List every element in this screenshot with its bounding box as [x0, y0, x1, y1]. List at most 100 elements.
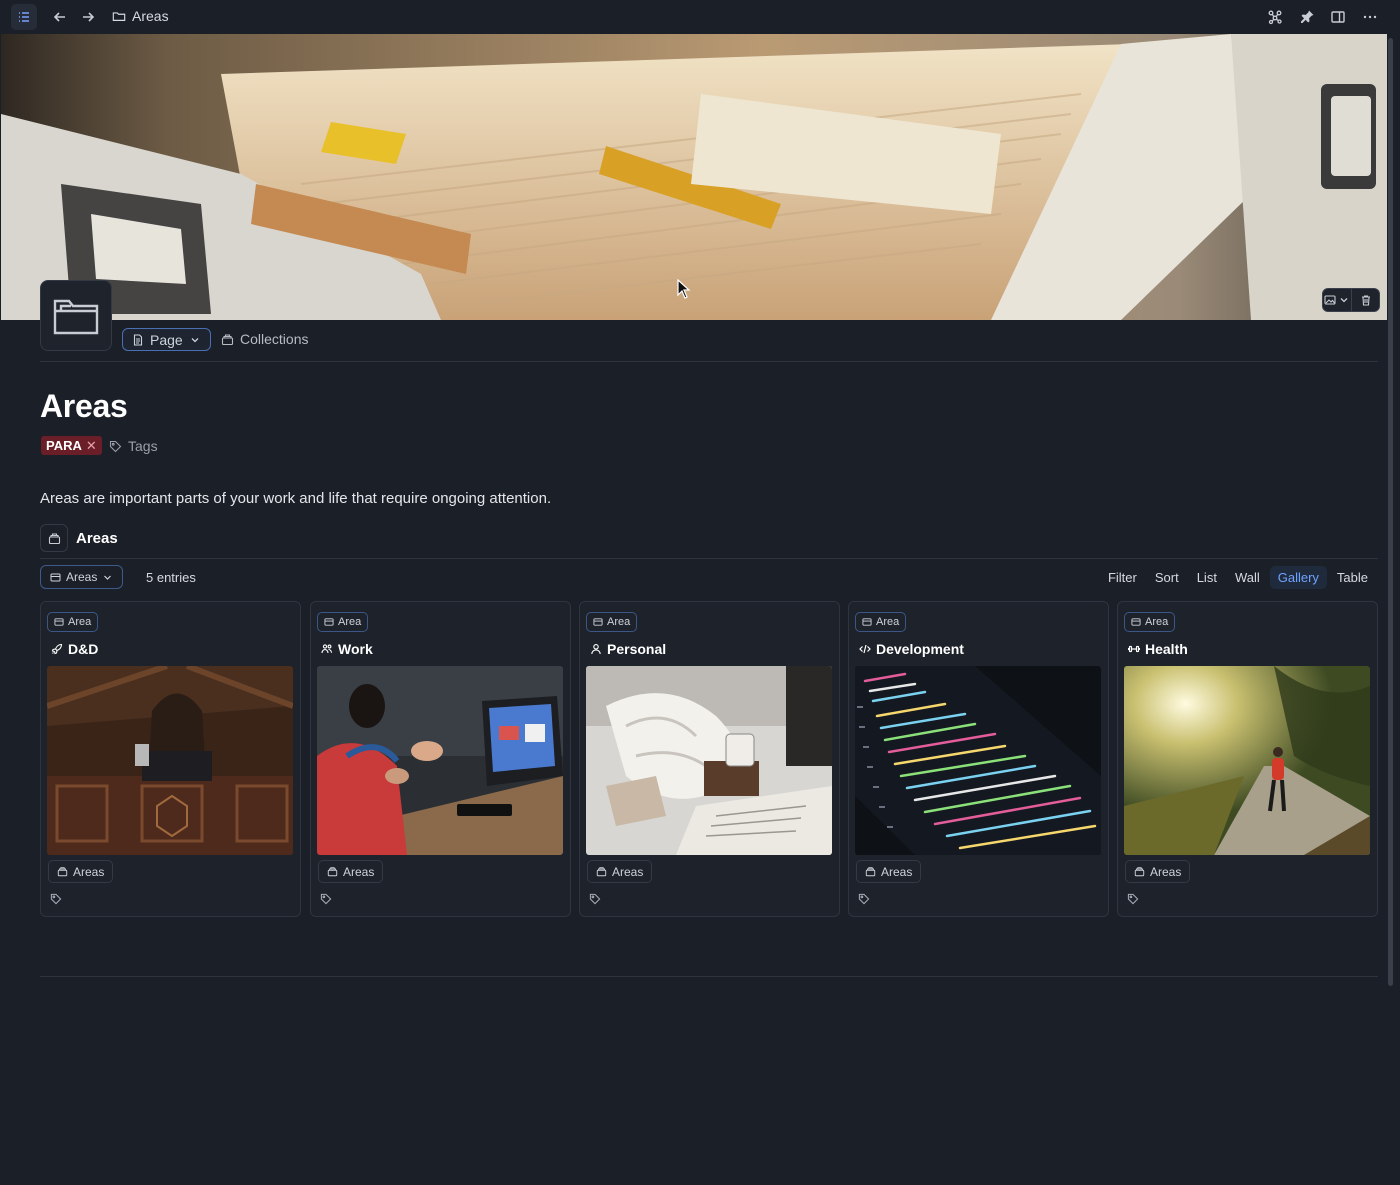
collections-link[interactable]: Collections	[221, 331, 308, 347]
code-screen-photo	[855, 666, 1101, 855]
graph-button[interactable]	[1262, 4, 1288, 30]
page-title[interactable]: Areas	[40, 388, 128, 425]
card-catalog-drawer-image	[1, 34, 1387, 320]
collection-label: Areas	[1150, 864, 1182, 879]
collection-icon	[221, 333, 234, 345]
collection-chip[interactable]: Areas	[587, 860, 653, 883]
collection-chip[interactable]: Areas	[856, 860, 922, 883]
gallery-card[interactable]: Area Development Areas	[848, 601, 1109, 917]
tag-icon	[320, 893, 332, 905]
back-arrow-icon	[53, 12, 65, 22]
card-title[interactable]: Health	[1128, 641, 1188, 657]
list-view-button[interactable]: List	[1189, 566, 1225, 589]
delete-cover-button[interactable]	[1351, 289, 1379, 311]
divider	[40, 361, 1378, 362]
work-photo	[317, 666, 563, 855]
breadcrumb-label: Areas	[132, 8, 169, 24]
split-pane-button[interactable]	[1325, 4, 1351, 30]
more-button[interactable]	[1357, 4, 1383, 30]
collection-chip[interactable]: Areas	[318, 860, 384, 883]
badge-label: Area	[68, 616, 92, 628]
type-badge[interactable]: Area	[317, 612, 369, 632]
back-button[interactable]	[47, 4, 73, 30]
card-icon	[593, 618, 603, 626]
collection-view-selector[interactable]: Areas	[40, 565, 124, 589]
graph-icon	[1268, 10, 1282, 25]
tag-chip[interactable]: PARA ✕	[41, 436, 102, 455]
page-icon[interactable]	[40, 280, 112, 351]
type-badge[interactable]: Area	[855, 612, 907, 632]
gallery-card[interactable]: Area D&D Areas	[40, 601, 301, 917]
card-tags-button[interactable]	[1127, 892, 1139, 910]
folder-icon	[53, 299, 99, 334]
forward-button[interactable]	[75, 4, 101, 30]
cover-controls	[1322, 288, 1380, 312]
badge-label: Area	[338, 616, 362, 628]
badge-label: Area	[876, 616, 900, 628]
type-badge[interactable]: Area	[1124, 612, 1176, 632]
sort-button[interactable]: Sort	[1147, 566, 1187, 589]
code-icon	[859, 644, 871, 654]
top-bar: Areas	[0, 0, 1400, 33]
sidebar-toggle-icon	[19, 12, 29, 22]
badge-label: Area	[607, 616, 631, 628]
pin-button[interactable]	[1294, 4, 1320, 30]
filter-button[interactable]: Filter	[1100, 566, 1145, 589]
card-image[interactable]	[1124, 666, 1370, 855]
card-icon	[50, 573, 61, 581]
card-image[interactable]	[47, 666, 293, 855]
type-badge[interactable]: Area	[586, 612, 638, 632]
page-description[interactable]: Areas are important parts of your work a…	[40, 490, 551, 507]
pin-icon	[1301, 10, 1314, 23]
personal-photo	[586, 666, 832, 855]
remove-tag-icon[interactable]: ✕	[86, 438, 97, 454]
gallery-view-button[interactable]: Gallery	[1269, 565, 1327, 589]
type-badge[interactable]: Area	[47, 612, 99, 632]
collection-icon	[865, 867, 876, 877]
card-tags-button[interactable]	[320, 892, 332, 910]
cover-image[interactable]	[1, 34, 1387, 320]
page-type-label: Page	[150, 331, 183, 348]
sidebar-toggle-button[interactable]	[11, 4, 37, 30]
change-cover-button[interactable]	[1323, 289, 1351, 311]
breadcrumb[interactable]: Areas	[112, 8, 169, 24]
card-title[interactable]: Work	[321, 641, 373, 657]
chevron-down-icon	[191, 337, 199, 342]
card-image[interactable]	[855, 666, 1101, 855]
card-name: D&D	[68, 641, 99, 657]
divider	[40, 976, 1378, 977]
card-title[interactable]: D&D	[51, 641, 98, 657]
card-image[interactable]	[586, 666, 832, 855]
tag-label: PARA	[46, 438, 82, 453]
card-name: Work	[338, 641, 373, 657]
card-tags-button[interactable]	[589, 892, 601, 910]
table-view-button[interactable]: Table	[1329, 566, 1376, 589]
tag-icon	[858, 893, 870, 905]
tags-label: Tags	[128, 438, 158, 454]
card-title[interactable]: Personal	[590, 641, 666, 657]
gallery-card[interactable]: Area Work Areas	[310, 601, 571, 917]
collection-chip[interactable]: Areas	[1125, 860, 1191, 883]
collection-icon	[596, 867, 607, 877]
collection-title[interactable]: Areas	[76, 530, 118, 547]
card-tags-button[interactable]	[858, 892, 870, 910]
card-name: Personal	[607, 641, 667, 657]
image-icon	[1324, 295, 1336, 305]
card-icon	[324, 618, 334, 626]
add-tags-button[interactable]: Tags	[109, 438, 158, 454]
people-icon	[321, 644, 333, 654]
collection-chip[interactable]: Areas	[48, 860, 114, 883]
gallery-card[interactable]: Area Personal Areas	[579, 601, 840, 917]
scrollbar[interactable]	[1388, 38, 1393, 986]
collection-icon	[48, 532, 60, 544]
card-tags-button[interactable]	[50, 892, 62, 910]
trash-icon	[1361, 295, 1370, 306]
divider	[40, 558, 1378, 559]
wall-view-button[interactable]: Wall	[1227, 566, 1268, 589]
page-type-selector[interactable]: Page	[122, 328, 211, 351]
collection-icon	[57, 867, 68, 877]
card-image[interactable]	[317, 666, 563, 855]
card-title[interactable]: Development	[859, 641, 964, 657]
gallery-card[interactable]: Area Health Areas	[1117, 601, 1378, 917]
collection-label: Areas	[343, 864, 375, 879]
